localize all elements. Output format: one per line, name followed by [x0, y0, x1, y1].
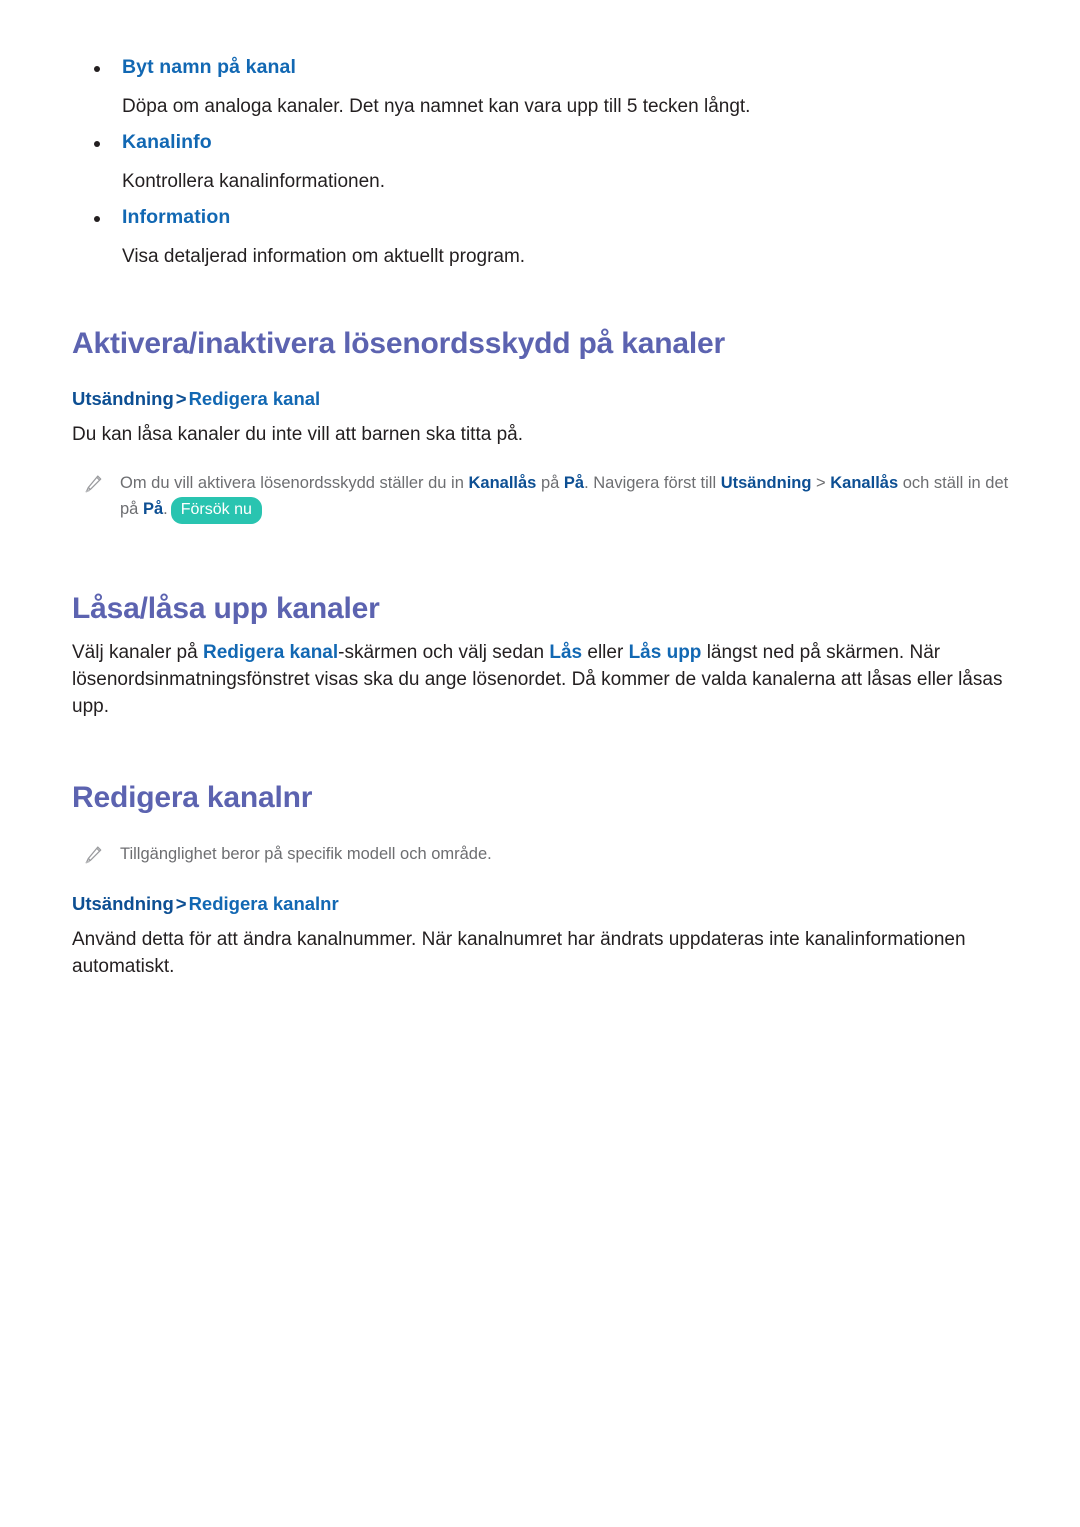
- section-body: Du kan låsa kanaler du inte vill att bar…: [72, 424, 523, 446]
- body-part3: eller: [582, 642, 629, 664]
- body-keyword-las-upp: Lås upp: [628, 642, 702, 664]
- note-text-part2: på: [536, 474, 564, 493]
- bullet-label: Kanalinfo: [122, 131, 212, 154]
- list-item: Information Visa detaljerad information …: [72, 208, 1020, 269]
- breadcrumb: Utsändning > Redigera kanal: [72, 388, 1020, 410]
- bullet-row: Kanalinfo: [72, 131, 1020, 154]
- section-body-lock-unlock: Välj kanaler på Redigera kanal-skärmen o…: [72, 640, 1020, 721]
- note-keyword-kanallas-1: Kanallås: [468, 474, 537, 493]
- note-text-part3: . Navigera först till: [584, 474, 721, 493]
- section-body-edit-channel-number: Använd detta för att ändra kanalnummer. …: [72, 929, 966, 978]
- section-title-lock-unlock-channels: Låsa/låsa upp kanaler: [72, 591, 380, 625]
- pencil-icon: [82, 844, 104, 866]
- note-text-part5: .: [163, 499, 168, 518]
- breadcrumb-leaf[interactable]: Redigera kanal: [189, 388, 321, 409]
- body-keyword-redigera-kanal: Redigera kanal: [202, 642, 339, 664]
- bullet-description: Döpa om analoga kanaler. Det nya namnet …: [122, 95, 751, 117]
- breadcrumb-root[interactable]: Utsändning: [72, 388, 174, 409]
- note-password-protection: Om du vill aktivera lösenordsskydd ställ…: [72, 471, 1020, 524]
- note-text: Tillgänglighet beror på specifik modell …: [120, 844, 492, 863]
- section-title-password-protection: Aktivera/inaktivera lösenordsskydd på ka…: [72, 327, 725, 361]
- note-keyword-pa-1: På: [563, 474, 585, 493]
- bullet-dot-icon: [94, 216, 100, 223]
- breadcrumb-root[interactable]: Utsändning: [72, 893, 174, 914]
- bullet-row: Byt namn på kanal: [72, 56, 1020, 78]
- feature-bullet-list: Byt namn på kanal Döpa om analoga kanale…: [72, 56, 1020, 269]
- body-keyword-las: Lås: [549, 642, 583, 664]
- note-keyword-utsandning: Utsändning: [720, 474, 812, 493]
- note-availability: Tillgänglighet beror på specifik modell …: [72, 842, 1020, 868]
- note-keyword-kanallas-2: Kanallås: [830, 474, 899, 493]
- manual-page: Byt namn på kanal Döpa om analoga kanale…: [0, 0, 1080, 1527]
- list-item: Byt namn på kanal Döpa om analoga kanale…: [72, 56, 1020, 119]
- body-part2: -skärmen och välj sedan: [338, 642, 550, 664]
- list-item: Kanalinfo Kontrollera kanalinformationen…: [72, 131, 1020, 194]
- bullet-dot-icon: [94, 66, 100, 72]
- try-now-button[interactable]: Försök nu: [170, 496, 262, 524]
- note-separator: >: [811, 474, 831, 493]
- pencil-icon: [82, 473, 104, 495]
- section-title-edit-channel-number: Redigera kanalnr: [72, 781, 313, 815]
- breadcrumb-separator: >: [175, 893, 187, 915]
- breadcrumb: Utsändning > Redigera kanalnr: [72, 893, 1020, 915]
- bullet-description: Kontrollera kanalinformationen.: [122, 170, 385, 192]
- bullet-description: Visa detaljerad information om aktuellt …: [122, 245, 526, 267]
- bullet-dot-icon: [94, 141, 100, 148]
- note-keyword-pa-2: På: [142, 499, 164, 518]
- breadcrumb-leaf[interactable]: Redigera kanalnr: [189, 893, 339, 914]
- note-text-part1: Om du vill aktivera lösenordsskydd ställ…: [120, 474, 469, 493]
- bullet-row: Information: [72, 208, 1020, 228]
- body-part1: Välj kanaler på: [72, 642, 203, 664]
- bullet-label: Byt namn på kanal: [122, 56, 297, 78]
- bullet-label: Information: [122, 206, 231, 229]
- breadcrumb-separator: >: [175, 387, 187, 409]
